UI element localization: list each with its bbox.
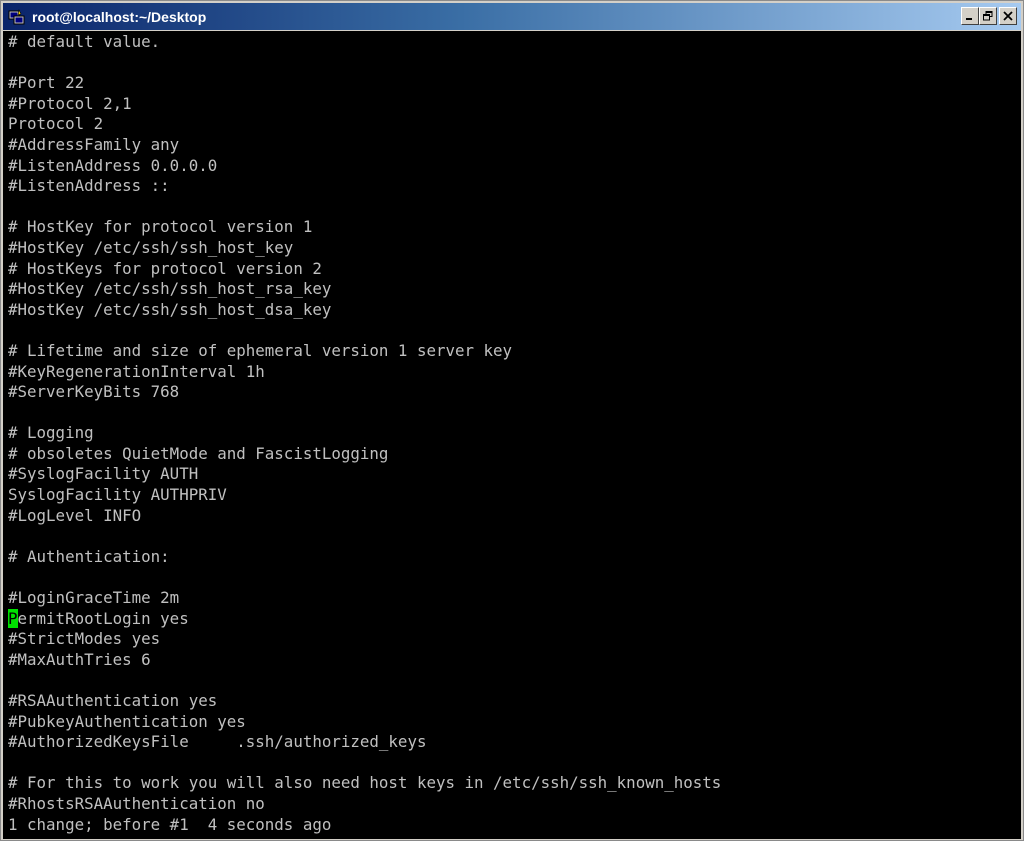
terminal-screen[interactable]: # default value. #Port 22 #Protocol 2,1 Pro…	[3, 31, 1021, 839]
terminal-line: #HostKey /etc/ssh/ssh_host_rsa_key	[8, 279, 332, 299]
terminal-line: # HostKeys for protocol version 2	[8, 258, 322, 278]
terminal-line: #ServerKeyBits 768	[8, 382, 180, 402]
terminal-line: # Logging	[8, 423, 94, 443]
terminal-line: #HostKey /etc/ssh/ssh_host_dsa_key	[8, 299, 332, 319]
close-button[interactable]	[999, 7, 1017, 25]
terminal-line: #LoginGraceTime 2m	[8, 588, 180, 608]
terminal-line: #RSAAuthentication yes	[8, 691, 218, 710]
terminal-line: PermitRootLogin yes	[8, 608, 721, 630]
terminal-line: #AuthorizedKeysFile .ssh/authorized_keys	[8, 732, 427, 752]
terminal-line: # For this to work you will also need ho…	[8, 773, 722, 793]
terminal-line: # Lifetime and size of ephemeral version…	[8, 340, 513, 360]
terminal-line: #ListenAddress 0.0.0.0	[8, 155, 218, 175]
terminal-line: #HostKey /etc/ssh/ssh_host_key	[8, 237, 294, 257]
close-icon	[1003, 11, 1013, 21]
status-line: 1 change; before #1 4 seconds ago	[8, 814, 332, 834]
terminal-line: #Protocol 2,1	[8, 93, 132, 113]
terminal-line: #KeyRegenerationInterval 1h	[8, 361, 265, 381]
terminal-line: # Authentication:	[8, 546, 170, 566]
terminal-line: #ListenAddress ::	[8, 176, 170, 196]
terminal-line: #LogLevel INFO	[8, 505, 142, 525]
restore-icon	[983, 11, 993, 21]
window-controls	[961, 7, 1017, 25]
terminal-line-text: ermitRootLogin yes	[17, 608, 189, 628]
terminal-line: #PubkeyAuthentication yes	[8, 711, 246, 731]
putty-terminal-icon[interactable]	[8, 8, 26, 26]
terminal-line: #AddressFamily any	[8, 134, 180, 154]
terminal-line: #MaxAuthTries 6	[8, 649, 151, 669]
terminal-line: # default value.	[8, 32, 161, 51]
terminal-line: #RhostsRSAAuthentication no	[8, 793, 265, 813]
window-title: root@localhost:~/Desktop	[32, 8, 207, 25]
minimize-button[interactable]	[961, 7, 979, 25]
terminal-line: #SyslogFacility AUTH	[8, 464, 199, 484]
text-cursor: P	[8, 608, 18, 628]
terminal-line: # obsoletes QuietMode and FascistLogging	[8, 443, 389, 463]
terminal-line: #Port 22	[8, 73, 85, 93]
minimize-icon	[966, 18, 972, 20]
terminal-line: SyslogFacility AUTHPRIV	[8, 485, 227, 505]
terminal-line: Protocol 2	[8, 114, 104, 134]
terminal-output: # default value. #Port 22 #Protocol 2,1 Pro…	[8, 32, 721, 835]
terminal-line: #StrictModes yes	[8, 629, 161, 649]
terminal-window: root@localhost:~/Desktop # default value…	[0, 0, 1024, 841]
restore-button[interactable]	[979, 7, 997, 25]
title-bar[interactable]: root@localhost:~/Desktop	[3, 3, 1021, 30]
terminal-line: # HostKey for protocol version 1	[8, 217, 313, 237]
